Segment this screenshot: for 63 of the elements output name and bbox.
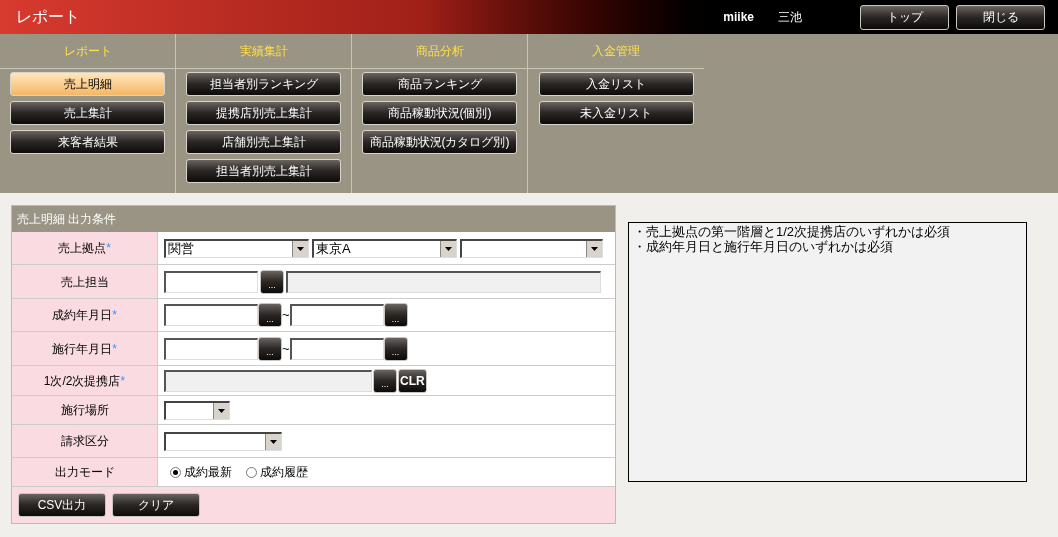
header-button[interactable]: トップ [860,4,949,30]
menu-item[interactable]: 担当者別売上集計 [186,159,341,183]
range-separator: ~ [282,339,290,358]
menu-heading: 商品分析 [415,43,464,60]
text-field[interactable] [164,337,258,360]
menu-item[interactable]: 売上集計 [10,101,165,125]
lookup-button[interactable]: ... [383,336,408,361]
dropdown[interactable] [460,238,603,258]
field-label: 出力モード [54,464,115,481]
required-mark: * [112,307,117,324]
required-mark: * [112,340,117,358]
form-button[interactable]: クリア [112,493,200,517]
radio-button[interactable] [170,466,181,478]
field-label: 1次/2次提携店 [43,372,121,390]
lookup-button[interactable]: ... [383,303,408,327]
field-label: 売上担当 [60,273,109,291]
radio-button[interactable] [246,466,257,478]
field-label: 売上拠点 [58,240,107,257]
required-mark: * [120,372,126,390]
header-button[interactable]: 閉じる [956,4,1045,30]
text-field[interactable] [164,270,258,293]
lookup-button[interactable]: ... [373,368,397,393]
dropdown[interactable] [164,400,230,420]
text-field[interactable] [164,369,372,392]
clear-button[interactable]: CLR [398,368,427,393]
note-line: ・成約年月日と施行年月日のいずれかは必須 [633,239,894,254]
menu-heading: 実績集計 [239,43,288,60]
field-label: 施行場所 [60,402,109,419]
range-separator: ~ [282,306,290,325]
lookup-button[interactable]: ... [258,303,282,327]
menu-item[interactable]: 担当者別ランキング [186,72,341,96]
menu-item[interactable]: 未入金リスト [538,101,694,125]
menu-item[interactable]: 来客者結果 [10,130,165,154]
text-field[interactable] [164,304,258,326]
dropdown[interactable]: 東京A [312,238,457,258]
note-line: ・売上拠点の第一階層と1/2次提携店のいずれかは必須 [633,224,952,239]
field-label: 成約年月日 [52,307,113,324]
page-title: レポート [16,7,81,27]
menu-item[interactable]: 売上明細 [10,72,165,96]
required-mark: * [106,240,111,257]
field-label: 施行年月日 [52,340,113,358]
lookup-button[interactable]: ... [258,336,282,361]
form-button[interactable]: CSV出力 [18,493,106,517]
dropdown[interactable]: 関営 [164,238,309,258]
menu-item[interactable]: 入金リスト [538,72,694,96]
menu-item[interactable]: 店舗別売上集計 [186,130,341,154]
name-field[interactable] [286,270,601,293]
user-id: miike [723,9,754,26]
text-field[interactable] [289,304,384,326]
radio-label: 成約履歴 [260,464,308,481]
form-title: 売上明細 出力条件 [17,211,117,228]
radio-label: 成約最新 [184,464,232,481]
menu-heading: レポート [63,43,112,60]
field-label: 請求区分 [60,433,109,450]
menu-item[interactable]: 商品稼動状況(カタログ別) [362,130,517,154]
dropdown[interactable] [164,431,282,451]
menu-heading: 入金管理 [592,43,640,60]
lookup-button[interactable]: ... [260,269,284,294]
user-name: 三池 [778,9,802,26]
text-field[interactable] [289,337,384,360]
menu-item[interactable]: 提携店別売上集計 [186,101,341,125]
menu-item[interactable]: 商品稼動状況(個別) [362,101,517,125]
menu-item[interactable]: 商品ランキング [362,72,517,96]
